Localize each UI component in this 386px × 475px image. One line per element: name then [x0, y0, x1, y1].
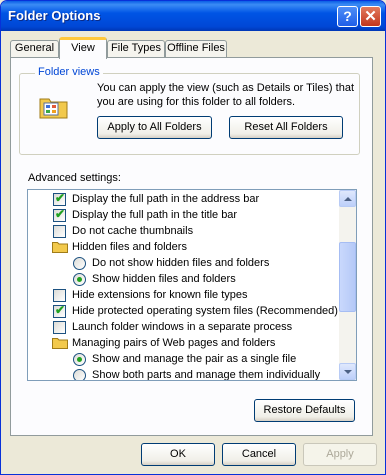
setting-radio-row[interactable]: Show and manage the pair as a single fil… [28, 351, 338, 367]
reset-all-folders-button[interactable]: Reset All Folders [229, 116, 343, 139]
chevron-down-icon [344, 370, 352, 374]
apply-to-all-folders-button[interactable]: Apply to All Folders [97, 116, 212, 139]
setting-group-row: Managing pairs of Web pages and folders [28, 335, 338, 351]
checkmark-icon: ✔ [55, 303, 66, 317]
advanced-settings-label: Advanced settings: [28, 172, 121, 184]
setting-label: Display the full path in the address bar [72, 193, 260, 205]
close-icon[interactable]: ✕ [360, 6, 381, 27]
checkbox-checked[interactable]: ✔ [53, 191, 66, 206]
help-icon[interactable]: ? [337, 6, 358, 27]
folder-icon [52, 242, 68, 253]
scroll-up-button[interactable] [339, 190, 356, 207]
tab-offline-files[interactable]: Offline Files [165, 40, 227, 57]
setting-checkbox-row[interactable]: Do not cache thumbnails [28, 223, 338, 239]
setting-label: Hide extensions for known file types [72, 289, 248, 301]
setting-label: Hide protected operating system files (R… [72, 305, 338, 317]
window-title: Folder Options [8, 8, 101, 23]
checkbox-unchecked[interactable] [53, 225, 66, 238]
checkmark-icon: ✔ [55, 191, 66, 205]
setting-label: Display the full path in the title bar [72, 209, 238, 221]
tab-general[interactable]: General [10, 40, 59, 57]
chevron-up-icon [344, 197, 352, 201]
radio-selected[interactable] [73, 273, 86, 286]
setting-radio-row[interactable]: Show both parts and manage them individu… [28, 367, 338, 381]
folder-views-description: You can apply the view (such as Details … [97, 82, 355, 108]
radio-dot-icon [77, 357, 82, 362]
ok-button[interactable]: OK [141, 443, 215, 466]
tab-view[interactable]: View [59, 37, 107, 59]
setting-group-row: Hidden files and folders [28, 239, 338, 255]
vertical-scrollbar[interactable] [339, 190, 356, 380]
radio-unselected[interactable] [73, 257, 86, 270]
radio-dot-icon [77, 277, 82, 282]
setting-label: Show and manage the pair as a single fil… [92, 353, 297, 365]
setting-label: Launch folder windows in a separate proc… [72, 321, 293, 333]
setting-radio-row[interactable]: Show hidden files and folders [28, 271, 338, 287]
setting-checkbox-row[interactable]: ✔ Hide protected operating system files (… [28, 303, 338, 319]
setting-label: Do not cache thumbnails [72, 225, 194, 237]
setting-label: Hidden files and folders [72, 241, 187, 253]
checkbox-unchecked[interactable] [53, 289, 66, 302]
radio-unselected[interactable] [73, 369, 86, 380]
setting-label: Show both parts and manage them individu… [92, 369, 321, 381]
setting-checkbox-row[interactable]: Hide extensions for known file types [28, 287, 338, 303]
folder-views-icon [39, 98, 68, 119]
setting-label: Show hidden files and folders [92, 273, 236, 285]
radio-selected[interactable] [73, 353, 86, 366]
setting-label: Do not show hidden files and folders [92, 257, 270, 269]
folder-views-label: Folder views [35, 66, 103, 78]
folder-icon [52, 338, 68, 349]
tab-file-types[interactable]: File Types [107, 40, 165, 57]
setting-checkbox-row[interactable]: Launch folder windows in a separate proc… [28, 319, 338, 335]
setting-checkbox-row[interactable]: ✔ Display the full path in the address ba… [28, 191, 338, 207]
title-bar[interactable]: Folder Options ? ✕ [1, 1, 385, 31]
setting-checkbox-row[interactable]: ✔ Display the full path in the title bar [28, 207, 338, 223]
setting-radio-row[interactable]: Do not show hidden files and folders [28, 255, 338, 271]
scroll-down-button[interactable] [339, 363, 356, 380]
checkmark-icon: ✔ [55, 207, 66, 221]
cancel-button[interactable]: Cancel [222, 443, 296, 466]
checkbox-checked[interactable]: ✔ [53, 303, 66, 318]
checkbox-checked[interactable]: ✔ [53, 207, 66, 222]
checkbox-unchecked[interactable] [53, 321, 66, 334]
advanced-settings-list[interactable]: ✔ Display the full path in the address ba… [27, 189, 357, 381]
restore-defaults-button[interactable]: Restore Defaults [254, 399, 355, 422]
apply-button[interactable]: Apply [303, 443, 377, 466]
scroll-thumb[interactable] [339, 242, 356, 312]
setting-label: Managing pairs of Web pages and folders [72, 337, 276, 349]
